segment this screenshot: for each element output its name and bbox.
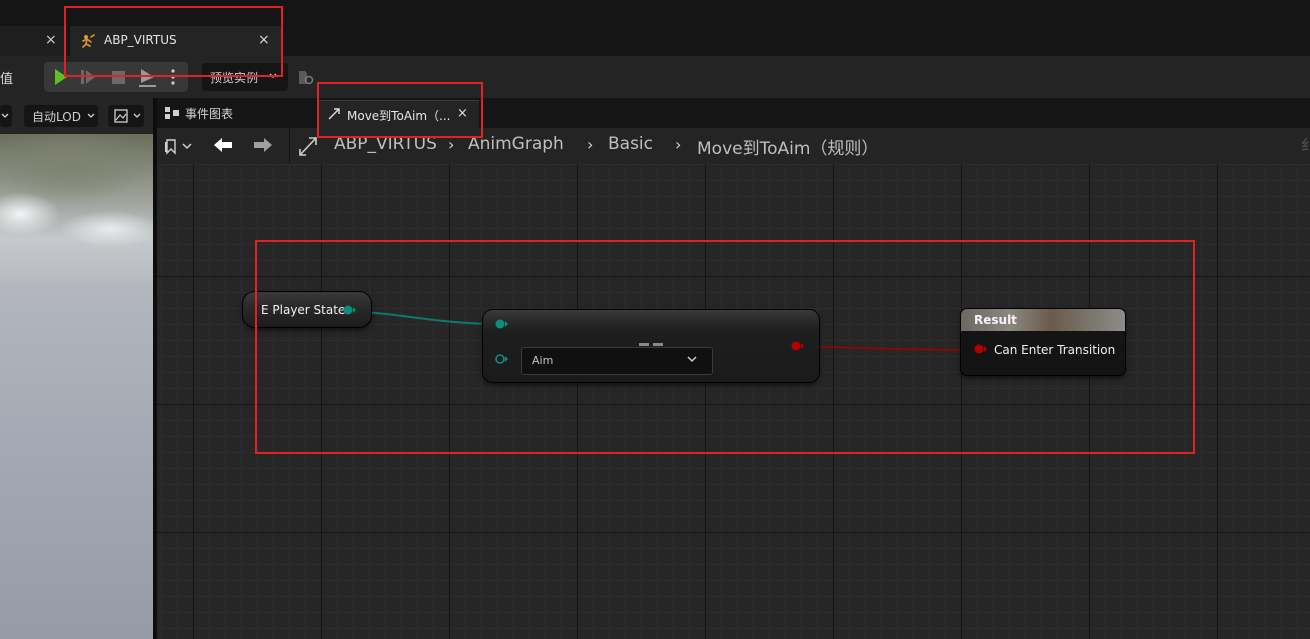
more-vertical-icon: [171, 69, 175, 85]
graph-watermark-text: 纟: [1301, 136, 1310, 154]
bool-output-pin-icon[interactable]: [791, 341, 805, 351]
enum-output-pin-icon[interactable]: [343, 305, 357, 315]
forward-arrow-icon[interactable]: [251, 134, 275, 156]
auto-lod-label: 自动LOD: [32, 110, 81, 124]
transition-arrow-icon: [328, 108, 340, 120]
result-node[interactable]: Result Can Enter Transition: [961, 309, 1125, 375]
breadcrumb-item-asset[interactable]: ABP_VIRTUS: [334, 134, 437, 154]
animation-blueprint-icon: [82, 34, 95, 48]
breadcrumb-chevron-icon: ›: [587, 135, 594, 154]
transition-graph-icon: [299, 137, 317, 156]
tab-transition-rule[interactable]: Move到ToAim（... ×: [319, 100, 479, 129]
value-label: 值: [0, 72, 14, 87]
eject-button[interactable]: [133, 62, 161, 92]
eject-icon: [139, 69, 156, 87]
more-options-button[interactable]: [162, 62, 184, 92]
viewport-toolbar: 自动LOD: [0, 98, 153, 134]
chevron-down-icon: [269, 73, 277, 78]
chevron-down-icon: [687, 356, 697, 363]
play-controls: [44, 62, 188, 92]
tab-abp-virtus-label: ABP_VIRTUS: [104, 33, 177, 47]
event-graph-icon: [165, 107, 179, 119]
can-enter-transition-label: Can Enter Transition: [994, 343, 1116, 357]
bool-input-pin-icon[interactable]: [974, 344, 988, 354]
step-forward-button[interactable]: [74, 62, 102, 92]
back-arrow-icon[interactable]: [211, 134, 235, 156]
result-node-title: Result: [974, 313, 1017, 327]
breadcrumb-item-rule[interactable]: Move到ToAim（规则）: [697, 134, 878, 159]
tab-event-graph[interactable]: 事件图表: [157, 98, 315, 128]
chevron-down-icon: [1, 113, 9, 118]
bookmark-icon: [165, 139, 192, 155]
breadcrumb-item-animgraph[interactable]: AnimGraph: [468, 134, 564, 154]
enum-wire: [349, 310, 502, 325]
bookmark-dropdown[interactable]: [161, 133, 199, 159]
variable-node-e-player-state[interactable]: E Player State: [243, 292, 371, 327]
image-icon: [114, 109, 128, 123]
result-node-header: Result: [961, 309, 1125, 331]
breadcrumb-item-state-machine[interactable]: Basic: [608, 134, 653, 154]
preview-instance-label: 预览实例: [210, 71, 259, 85]
play-button[interactable]: [46, 62, 74, 92]
tab-previous-asset[interactable]: ×: [0, 26, 66, 56]
tab-abp-virtus-close-button[interactable]: ×: [258, 32, 270, 48]
auto-lod-dropdown[interactable]: 自动LOD: [24, 105, 98, 127]
tab-transition-rule-close-button[interactable]: ×: [457, 106, 468, 121]
breadcrumb-chevron-icon: ›: [675, 135, 682, 154]
variable-node-label: E Player State: [261, 303, 346, 317]
step-forward-icon: [81, 70, 95, 84]
enum-input-pin-icon[interactable]: [494, 319, 510, 329]
main-toolbar: 值 预览实例: [0, 56, 1310, 98]
wire-layer: [349, 310, 982, 351]
preview-viewport[interactable]: [0, 134, 153, 639]
enum-equal-node[interactable]: Aim: [483, 310, 819, 382]
viewport-scene: [0, 134, 153, 284]
enum-value-label: Aim: [532, 354, 554, 367]
play-icon: [55, 69, 67, 85]
chevron-down-icon: [133, 113, 141, 118]
enum-input-pin-icon[interactable]: [494, 354, 510, 364]
viewport-layout-dropdown[interactable]: [108, 105, 144, 127]
tab-transition-rule-label: Move到ToAim（...: [347, 109, 451, 123]
breadcrumb-chevron-icon: ›: [448, 135, 455, 154]
preview-instance-dropdown[interactable]: 预览实例: [202, 63, 288, 91]
enum-value-dropdown[interactable]: Aim: [521, 347, 713, 375]
bool-wire: [797, 345, 982, 351]
debug-object-icon[interactable]: [297, 69, 315, 87]
breadcrumb-divider: [289, 128, 290, 164]
stop-icon: [112, 71, 125, 84]
equal-operator-icon: [639, 343, 663, 346]
breadcrumb-bar: ABP_VIRTUS › AnimGraph › Basic › Move到To…: [157, 128, 1310, 164]
stop-button[interactable]: [104, 62, 132, 92]
tab-abp-virtus[interactable]: ABP_VIRTUS ×: [70, 26, 282, 56]
chevron-down-icon: [87, 113, 95, 118]
tab-previous-close-button[interactable]: ×: [45, 32, 57, 48]
graph-canvas[interactable]: E Player State Aim Result Can Enter Tran…: [157, 164, 1310, 639]
graph-tab-strip: 事件图表 Move到ToAim（... ×: [157, 98, 1310, 129]
tab-event-graph-label: 事件图表: [185, 107, 234, 121]
viewport-options-button[interactable]: [0, 105, 12, 127]
